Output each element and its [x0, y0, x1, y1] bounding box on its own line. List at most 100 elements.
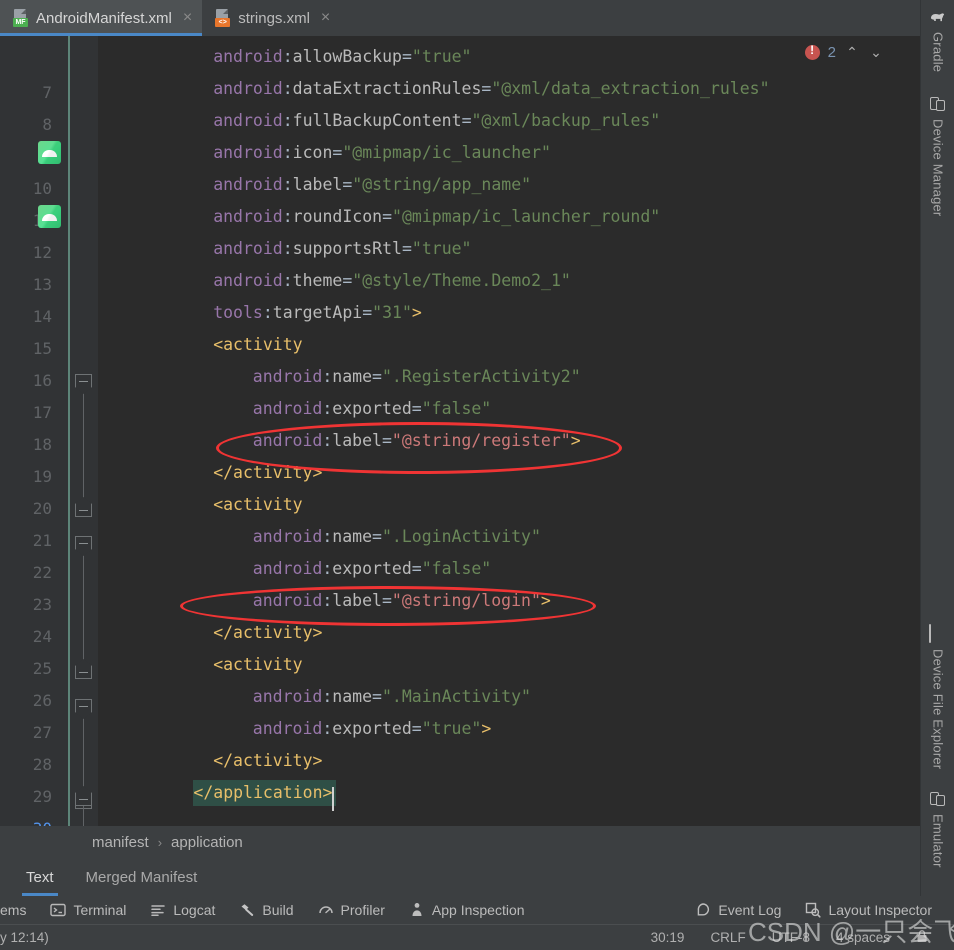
token-attr: targetApi [272, 303, 363, 322]
fold-toggle-end[interactable] [75, 659, 92, 679]
token-eq: : [282, 175, 293, 194]
token-ns: android [213, 239, 283, 258]
token-tag: <activity [213, 335, 303, 354]
android-resource-icon[interactable] [38, 205, 61, 228]
code-text-area[interactable]: android:allowBackup="true" android:dataEx… [98, 36, 892, 826]
code-line[interactable]: </application> [98, 777, 892, 811]
code-line[interactable]: tools:targetApi="31"> [98, 297, 892, 329]
close-icon[interactable]: × [321, 10, 330, 26]
token-ns: tools [213, 303, 263, 322]
token-ns: android [213, 271, 283, 290]
code-line[interactable]: android:roundIcon="@mipmap/ic_launcher_r… [98, 201, 892, 233]
fold-toggle-open[interactable] [75, 374, 92, 394]
token-eq: = [382, 207, 393, 226]
device-file-explorer-icon [929, 624, 947, 643]
code-line-text: android:exported="false" [98, 559, 491, 578]
tool-button-build[interactable]: Build [227, 902, 305, 918]
code-editor[interactable]: android:allowBackup="true" android:dataEx… [0, 36, 920, 826]
code-line-text: </activity> [98, 463, 322, 482]
sidebar-item-gradle[interactable]: Gradle [921, 8, 954, 72]
status-indent[interactable]: 4 spaces [836, 930, 890, 945]
fold-toggle-open[interactable] [75, 699, 92, 719]
code-line[interactable]: android:label="@string/register"> [98, 425, 892, 457]
code-line[interactable]: android:supportsRtl="true" [98, 233, 892, 265]
token-tag: </activity> [213, 463, 323, 482]
code-line[interactable]: android:dataExtractionRules="@xml/data_e… [98, 73, 892, 105]
status-caret-position[interactable]: 30:19 [651, 930, 685, 945]
token-str: "true" [411, 239, 472, 258]
tool-button-layout-inspector[interactable]: Layout Inspector [793, 902, 954, 918]
code-line[interactable]: </activity> [98, 617, 892, 649]
code-line[interactable]: android:exported="false" [98, 553, 892, 585]
token-eq: = [372, 687, 382, 706]
tool-button-problems[interactable]: ems [0, 902, 38, 918]
code-line[interactable]: android:theme="@style/Theme.Demo2_1" [98, 265, 892, 297]
lock-icon[interactable] [916, 929, 928, 946]
tab-text[interactable]: Text [22, 858, 58, 896]
sidebar-item-emulator[interactable]: Emulator [921, 790, 954, 868]
token-eq: : [322, 687, 333, 706]
breadcrumb-item-application[interactable]: application [171, 834, 243, 851]
tool-button-profiler[interactable]: Profiler [306, 902, 397, 918]
tool-label: Build [262, 902, 294, 918]
token-eq: : [322, 527, 333, 546]
code-line[interactable]: android:name=".MainActivity" [98, 681, 892, 713]
right-tool-window-bar: Gradle Device Manager Device File Explor… [920, 0, 954, 896]
code-line-text: android:name=".LoginActivity" [98, 527, 541, 546]
token-attr: label [332, 431, 382, 450]
android-resource-icon[interactable] [38, 141, 61, 164]
breadcrumb-item-manifest[interactable]: manifest [92, 834, 149, 851]
code-line[interactable]: android:label="@string/login"> [98, 585, 892, 617]
token-tag: > [481, 719, 492, 738]
code-line[interactable]: <activity [98, 329, 892, 361]
tab-label: Merged Manifest [85, 868, 198, 886]
emulator-icon [929, 790, 947, 808]
code-line[interactable]: <activity [98, 649, 892, 681]
token-eq: = [342, 271, 353, 290]
fold-toggle-application-end[interactable] [75, 786, 92, 806]
code-line[interactable]: android:exported="false" [98, 393, 892, 425]
code-line[interactable]: android:allowBackup="true" [98, 41, 892, 73]
logcat-icon [150, 902, 166, 918]
code-line[interactable]: </activity> [98, 745, 892, 777]
token-eq: : [322, 719, 333, 738]
code-line[interactable]: android:fullBackupContent="@xml/backup_r… [98, 105, 892, 137]
tool-button-logcat[interactable]: Logcat [138, 902, 227, 918]
tab-androidmanifest-xml[interactable]: MF AndroidManifest.xml × [0, 0, 203, 36]
code-line[interactable]: android:icon="@mipmap/ic_launcher" [98, 137, 892, 169]
tab-merged-manifest[interactable]: Merged Manifest [82, 858, 202, 896]
sidebar-item-device-manager[interactable]: Device Manager [921, 95, 954, 216]
code-line[interactable]: </activity> [98, 457, 892, 489]
status-encoding[interactable]: UTF-8 [772, 930, 810, 945]
sidebar-item-device-file-explorer[interactable]: Device File Explorer [921, 624, 954, 769]
tab-strings-xml[interactable]: <> strings.xml × [202, 0, 340, 36]
chevron-down-icon[interactable]: ⌄ [868, 44, 884, 61]
token-attr: allowBackup [292, 47, 402, 66]
event-log-icon [695, 902, 711, 918]
token-str: "@string/app_name" [352, 175, 532, 194]
error-navigation-widget[interactable]: 2 ⌃ ⌄ [804, 43, 884, 61]
code-line[interactable]: android:name=".LoginActivity" [98, 521, 892, 553]
tool-button-terminal[interactable]: Terminal [38, 902, 138, 918]
code-line[interactable]: <activity [98, 489, 892, 521]
tool-button-app-inspection[interactable]: App Inspection [397, 902, 537, 918]
status-line-separator[interactable]: CRLF [710, 930, 745, 945]
fold-toggle-open[interactable] [75, 536, 92, 556]
code-line-text: android:name=".MainActivity" [98, 687, 531, 706]
token-ns: android [213, 207, 283, 226]
token-attr: theme [292, 271, 343, 290]
xml-manifest-file-icon: MF [12, 9, 29, 27]
code-line[interactable]: android:exported="true"> [98, 713, 892, 745]
token-eq: = [401, 239, 412, 258]
chevron-up-icon[interactable]: ⌃ [844, 44, 860, 61]
token-attr: exported [332, 399, 412, 418]
inspection-icon [409, 902, 425, 918]
fold-toggle-end[interactable] [75, 497, 92, 517]
token-tag: <activity [213, 495, 303, 514]
tool-button-event-log[interactable]: Event Log [683, 902, 793, 918]
close-icon[interactable]: × [183, 10, 192, 26]
code-line[interactable]: android:label="@string/app_name" [98, 169, 892, 201]
code-line-text: </application> [98, 783, 334, 811]
code-line[interactable]: android:name=".RegisterActivity2" [98, 361, 892, 393]
token-eq: : [322, 399, 333, 418]
